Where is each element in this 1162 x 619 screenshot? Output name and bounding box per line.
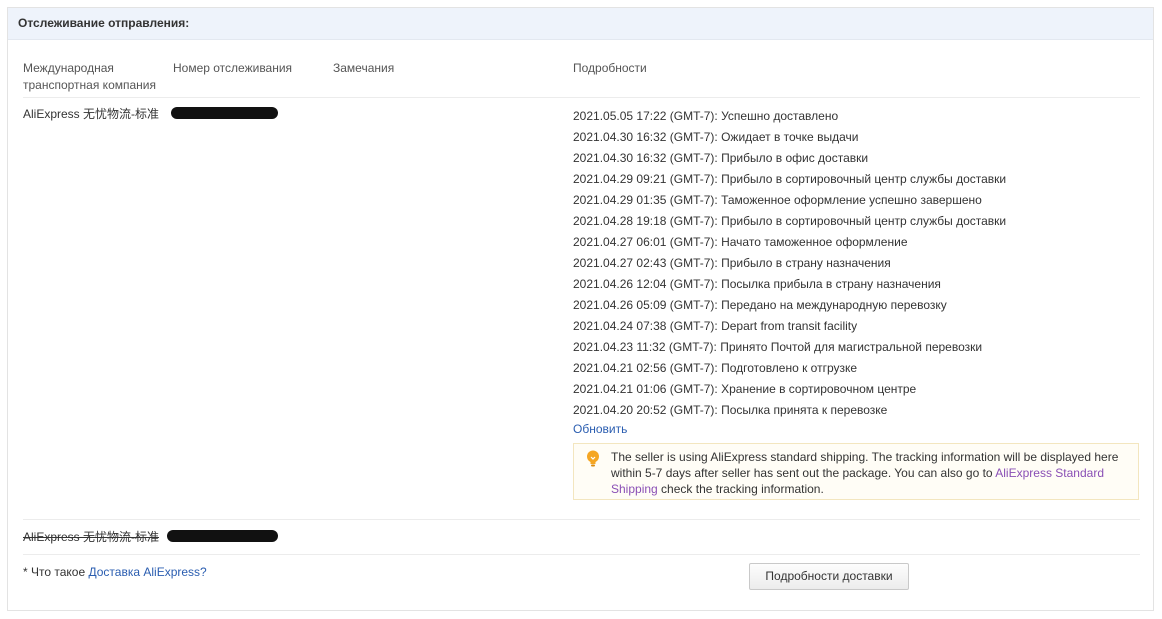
event-time: 2021.04.29 01:35 (GMT-7): [573, 193, 718, 207]
event-time: 2021.04.28 19:18 (GMT-7): [573, 214, 718, 228]
event-status: Таможенное оформление успешно завершено [721, 193, 982, 207]
event-time: 2021.04.23 11:32 (GMT-7): [573, 340, 717, 354]
event-status: Посылка принята к перевозке [721, 403, 888, 417]
carrier-name: AliExpress 无忧物流-标准 [23, 107, 160, 121]
tracking-event: 2021.04.27 06:01 (GMT-7): Начато таможен… [573, 235, 908, 249]
event-time: 2021.04.21 01:06 (GMT-7): [573, 382, 718, 396]
tracking-event: 2021.04.29 01:35 (GMT-7): Таможенное офо… [573, 193, 982, 207]
lightbulb-icon [587, 450, 599, 467]
tracking-event: 2021.04.21 02:56 (GMT-7): Подготовлено к… [573, 361, 857, 375]
event-time: 2021.04.20 20:52 (GMT-7): [573, 403, 718, 417]
tracking-event: 2021.04.29 09:21 (GMT-7): Прибыло в сорт… [573, 172, 1006, 186]
event-status: Прибыло в офис доставки [721, 151, 869, 165]
tracking-number-redacted-second [167, 530, 278, 542]
shipping-notice: The seller is using AliExpress standard … [573, 443, 1139, 500]
tracking-number-redacted [171, 107, 278, 119]
event-time: 2021.05.05 17:22 (GMT-7): [573, 109, 718, 123]
event-status: Ожидает в точке выдачи [721, 130, 859, 144]
event-status: Начато таможенное оформление [721, 235, 908, 249]
panel-title: Отслеживание отправления: [8, 8, 1153, 40]
tracking-event: 2021.04.20 20:52 (GMT-7): Посылка принят… [573, 403, 887, 417]
event-time: 2021.04.27 06:01 (GMT-7): [573, 235, 718, 249]
event-time: 2021.04.30 16:32 (GMT-7): [573, 130, 718, 144]
column-header-tracking-number: Номер отслеживания [173, 61, 293, 75]
event-status: Успешно доставлено [721, 109, 839, 123]
column-header-details: Подробности [573, 61, 647, 75]
tracking-event: 2021.04.26 05:09 (GMT-7): Передано на ме… [573, 298, 947, 312]
event-time: 2021.04.21 02:56 (GMT-7): [573, 361, 718, 375]
event-status: Прибыло в сортировочный центр службы дос… [721, 214, 1007, 228]
footer-divider [23, 554, 1140, 555]
event-time: 2021.04.27 02:43 (GMT-7): [573, 256, 718, 270]
tracking-event: 2021.04.28 19:18 (GMT-7): Прибыло в сорт… [573, 214, 1006, 228]
tracking-event: 2021.05.05 17:22 (GMT-7): Успешно достав… [573, 109, 838, 123]
event-status: Прибыло в сортировочный центр службы дос… [721, 172, 1007, 186]
notice-text-part: check the tracking information. [657, 482, 824, 496]
delivery-question: * Что такое Доставка AliExpress? [23, 565, 207, 579]
carrier-name-second: AliExpress 无忧物流-标准 [23, 530, 160, 544]
header-divider [23, 97, 1140, 98]
event-status: Хранение в сортировочном центре [721, 382, 917, 396]
delivery-details-button[interactable]: Подробности доставки [749, 563, 909, 590]
event-status: Передано на международную перевозку [721, 298, 947, 312]
event-time: 2021.04.24 07:38 (GMT-7): [573, 319, 718, 333]
notice-text: The seller is using AliExpress standard … [611, 449, 1126, 497]
event-status: Принято Почтой для магистральной перевоз… [720, 340, 983, 354]
aliexpress-delivery-link[interactable]: Доставка AliExpress? [88, 565, 206, 579]
event-status: Подготовлено к отгрузке [721, 361, 858, 375]
event-time: 2021.04.26 05:09 (GMT-7): [573, 298, 718, 312]
event-time: 2021.04.29 09:21 (GMT-7): [573, 172, 718, 186]
tracking-panel: Отслеживание отправления: Международная … [7, 7, 1154, 611]
tracking-event: 2021.04.26 12:04 (GMT-7): Посылка прибыл… [573, 277, 941, 291]
tracking-event: 2021.04.23 11:32 (GMT-7): Принято Почтой… [573, 340, 982, 354]
tracking-event: 2021.04.21 01:06 (GMT-7): Хранение в сор… [573, 382, 916, 396]
tracking-event: 2021.04.24 07:38 (GMT-7): Depart from tr… [573, 319, 857, 333]
tracking-event: 2021.04.30 16:32 (GMT-7): Ожидает в точк… [573, 130, 858, 144]
event-time: 2021.04.30 16:32 (GMT-7): [573, 151, 718, 165]
event-status: Прибыло в страну назначения [721, 256, 891, 270]
event-status: Depart from transit facility [721, 319, 858, 333]
event-status: Посылка прибыла в страну назначения [721, 277, 941, 291]
column-header-carrier: Международная транспортная компания [23, 61, 156, 92]
tracking-event: 2021.04.27 02:43 (GMT-7): Прибыло в стра… [573, 256, 891, 270]
question-prefix: * Что такое [23, 565, 89, 579]
tracking-event: 2021.04.30 16:32 (GMT-7): Прибыло в офис… [573, 151, 868, 165]
refresh-link[interactable]: Обновить [573, 422, 627, 436]
event-time: 2021.04.26 12:04 (GMT-7): [573, 277, 718, 291]
row-divider [23, 519, 1140, 520]
column-header-remarks: Замечания [333, 61, 395, 75]
